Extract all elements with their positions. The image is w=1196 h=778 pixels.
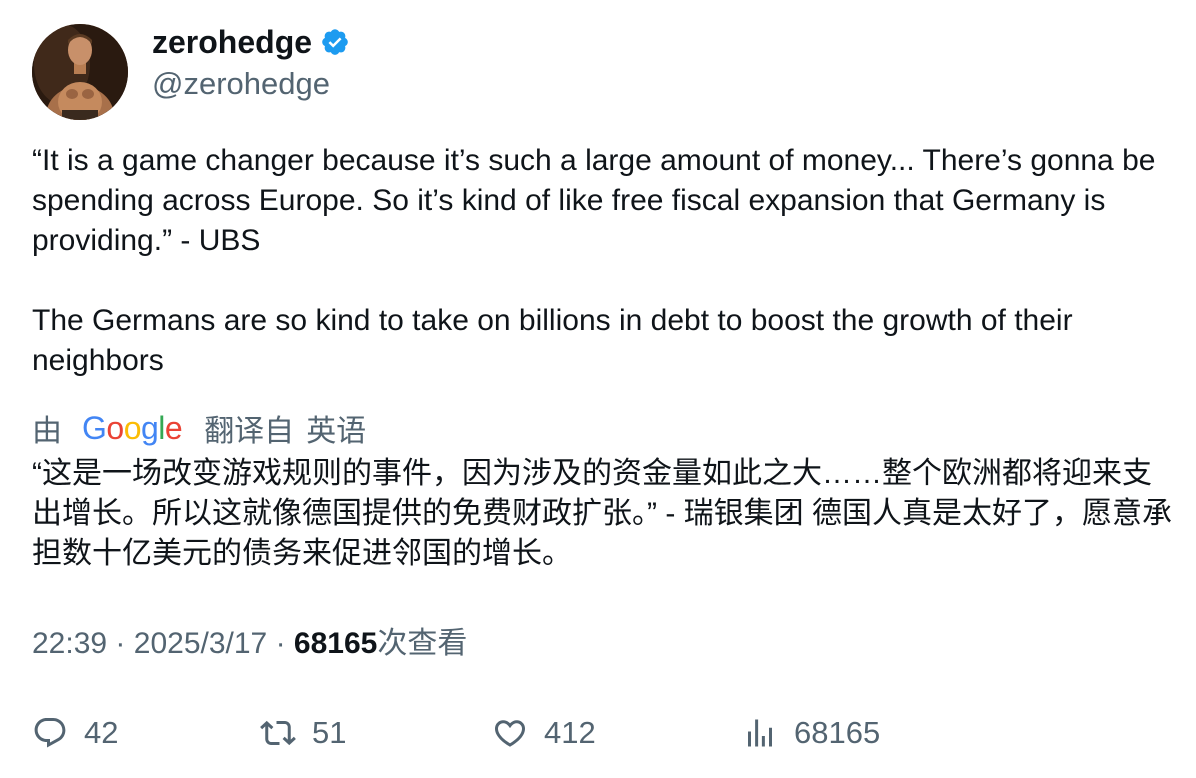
meta-separator: · — [115, 627, 126, 660]
tweet-time[interactable]: 22:39 — [32, 627, 107, 660]
reply-icon — [34, 718, 66, 748]
avatar-image — [32, 24, 128, 120]
views-count: 68165 — [293, 627, 378, 660]
views-button[interactable]: 68165 — [742, 708, 880, 758]
source-language: 英语 — [306, 415, 367, 448]
translated-text: “这是一场改变游戏规则的事件，因为涉及的资金量如此之大……整个欧洲都将迎来支出增… — [32, 457, 1172, 570]
meta-separator-2: · — [275, 627, 286, 660]
translated-by-label: 由 — [32, 415, 62, 448]
action-bar: 42 51 412 68165 — [32, 708, 1132, 758]
tweet-paragraph-2: The Germans are so kind to take on billi… — [32, 304, 1073, 377]
translation-attribution: 由 Google 翻译自 英语 — [32, 406, 366, 450]
display-name-row: zerohedge — [152, 24, 350, 60]
views-action-count: 68165 — [794, 715, 881, 750]
tweet-text: “It is a game changer because it’s such … — [32, 141, 1172, 381]
like-icon — [494, 720, 526, 747]
like-count: 412 — [544, 715, 596, 750]
views-icon — [748, 719, 772, 747]
user-handle[interactable]: @zerohedge — [152, 66, 350, 102]
tweet-meta: 22:39 · 2025/3/17 · 68165次查看 — [32, 622, 467, 666]
verified-badge-icon[interactable] — [320, 27, 350, 57]
like-button[interactable]: 412 — [492, 708, 596, 758]
avatar[interactable] — [32, 24, 128, 120]
retweet-count: 51 — [312, 715, 347, 750]
reply-button[interactable]: 42 — [32, 708, 118, 758]
views-label: 次查看 — [377, 627, 468, 660]
display-name[interactable]: zerohedge — [152, 24, 312, 60]
retweet-button[interactable]: 51 — [260, 708, 346, 758]
retweet-icon — [260, 720, 296, 746]
tweet-date[interactable]: 2025/3/17 — [134, 627, 267, 660]
tweet-paragraph-1: “It is a game changer because it’s such … — [32, 144, 1156, 257]
reply-count: 42 — [84, 715, 119, 750]
tweet-header: zerohedge @zerohedge — [32, 24, 1152, 120]
user-names: zerohedge @zerohedge — [152, 24, 350, 102]
google-logo: Google — [82, 409, 183, 446]
translated-from-label: 翻译自 — [204, 415, 295, 448]
